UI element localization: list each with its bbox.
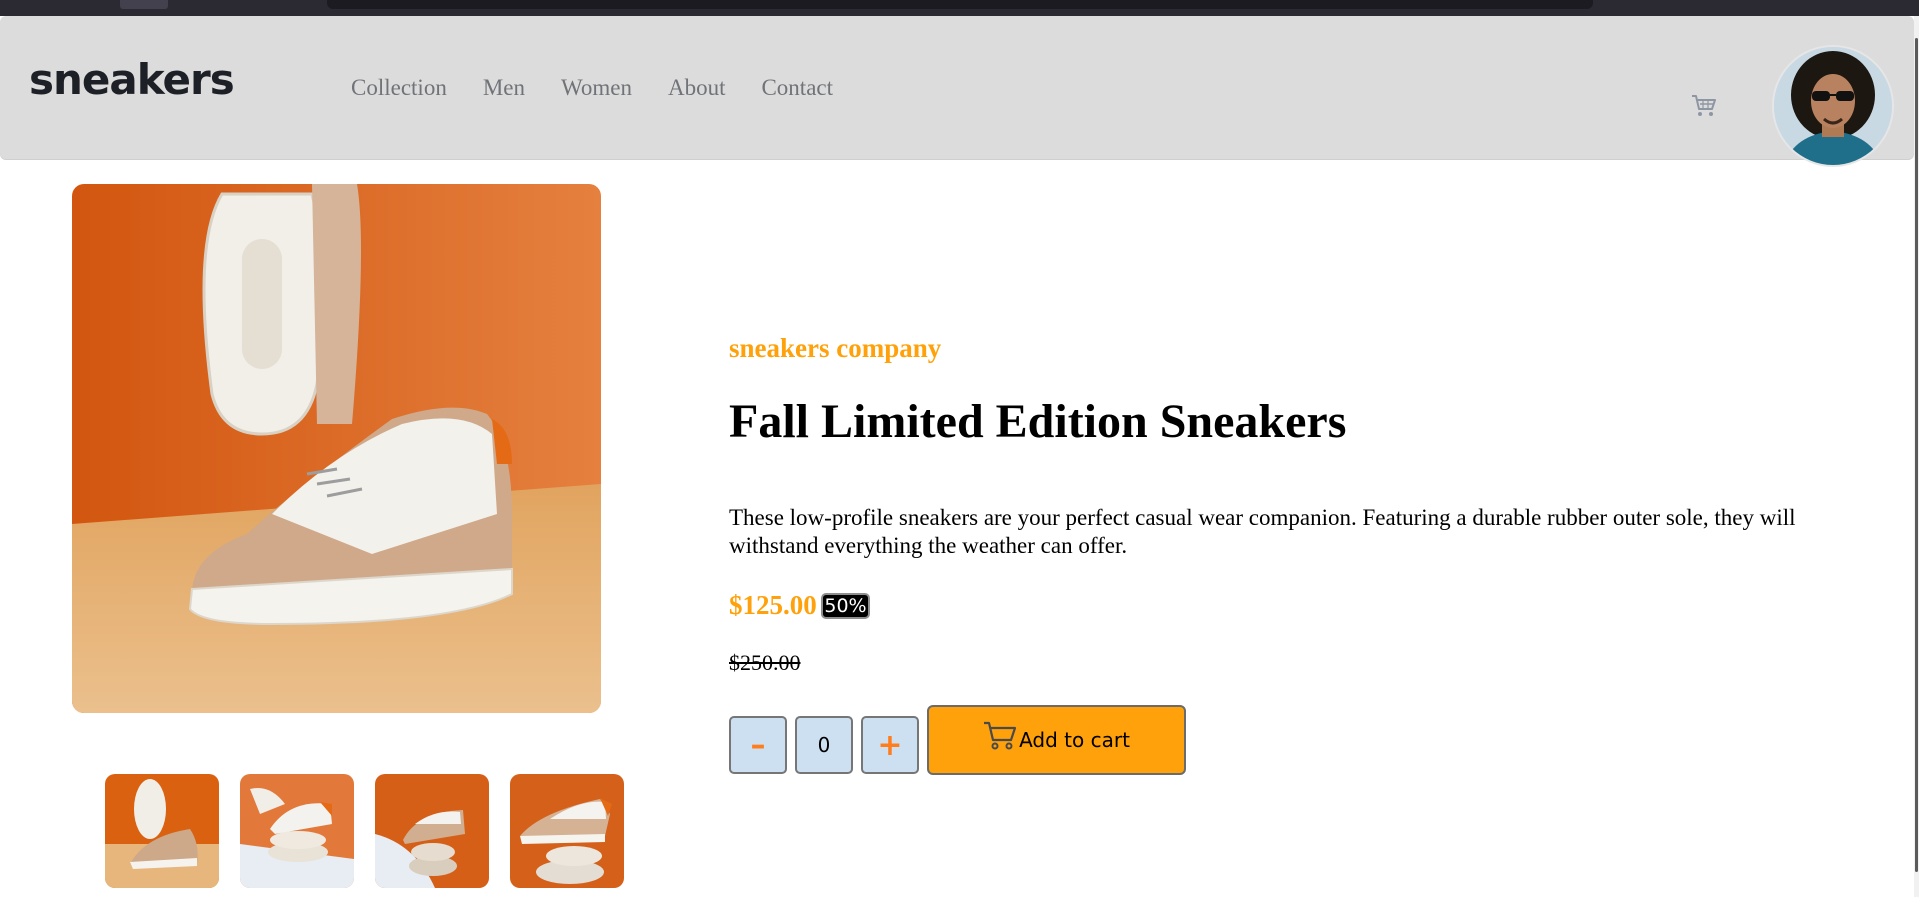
decrease-quantity-button[interactable]: – xyxy=(729,716,787,774)
main-product-image[interactable] xyxy=(72,184,601,713)
quantity-value: 0 xyxy=(795,716,853,774)
user-avatar[interactable] xyxy=(1772,45,1894,167)
company-name: sneakers company xyxy=(729,333,942,363)
nav-women[interactable]: Women xyxy=(561,76,632,99)
logo[interactable]: sneakers xyxy=(29,59,235,101)
cart-icon[interactable] xyxy=(1691,94,1717,118)
nav-men[interactable]: Men xyxy=(483,76,525,99)
thumbnail-1[interactable] xyxy=(105,774,219,888)
current-price: $125.00 xyxy=(729,590,817,620)
thumbnail-4[interactable] xyxy=(510,774,624,888)
nav-collection[interactable]: Collection xyxy=(351,76,447,99)
thumbnail-2[interactable] xyxy=(240,774,354,888)
discount-badge: 50% xyxy=(821,593,870,619)
main-nav: Collection Men Women About Contact xyxy=(351,76,869,99)
original-price: $250.00 xyxy=(729,650,801,675)
increase-quantity-button[interactable]: + xyxy=(861,716,919,774)
avatar-icon xyxy=(1774,47,1892,165)
browser-tab[interactable] xyxy=(120,0,168,9)
nav-about[interactable]: About xyxy=(668,76,726,99)
scrollbar-thumb[interactable] xyxy=(1915,38,1918,872)
browser-url-bar[interactable] xyxy=(327,0,1593,9)
site-header: sneakers Collection Men Women About Cont… xyxy=(0,16,1914,167)
thumbnail-3[interactable] xyxy=(375,774,489,888)
add-to-cart-button[interactable]: Add to cart xyxy=(927,705,1186,775)
product-title: Fall Limited Edition Sneakers xyxy=(729,395,1347,448)
browser-top-strip xyxy=(0,0,1919,16)
nav-contact[interactable]: Contact xyxy=(761,76,833,99)
page-scrollbar[interactable] xyxy=(1914,16,1919,897)
product-description: These low-profile sneakers are your perf… xyxy=(729,505,1796,558)
add-to-cart-label: Add to cart xyxy=(1019,728,1130,752)
cart-icon xyxy=(984,721,1017,750)
